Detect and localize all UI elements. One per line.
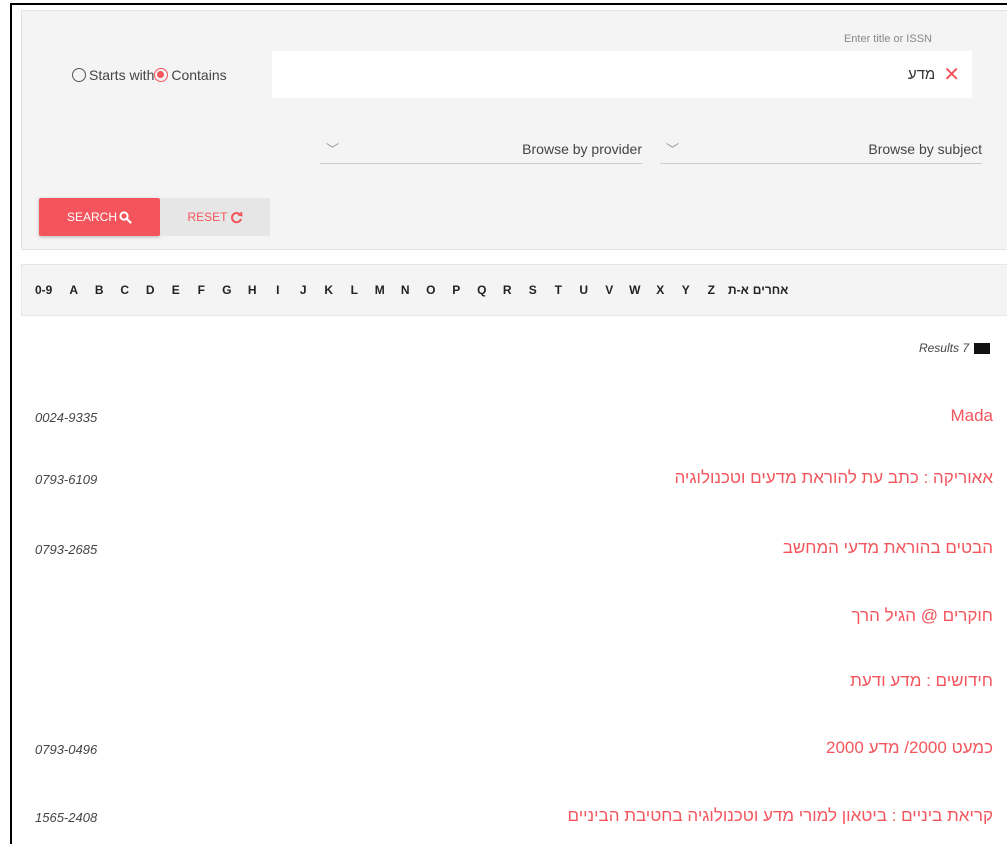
alphabet-bar: 0-9 A B C D E F G H I J K L M N O P Q R S T U V W X Y Z א-ת אחרים: [21, 264, 1007, 316]
alphabet-letter[interactable]: J: [291, 283, 317, 297]
reset-button[interactable]: RESET: [160, 198, 270, 236]
alphabet-letter[interactable]: M: [367, 283, 393, 297]
alphabet-letter[interactable]: N: [393, 283, 419, 297]
result-issn: 0024-9335: [35, 410, 98, 425]
results-count: Results 7: [919, 341, 990, 355]
search-input[interactable]: מדע ✕: [272, 51, 972, 98]
search-panel: Enter title or ISSN Starts with Contains…: [21, 10, 1007, 250]
reset-button-label: RESET: [187, 210, 228, 224]
search-mode-group: Starts with Contains: [72, 67, 227, 83]
browse-subject-dropdown[interactable]: ﹀ Browse by subject: [660, 134, 982, 164]
result-issn: 0793-6109: [35, 472, 98, 487]
alphabet-letter[interactable]: Q: [469, 283, 495, 297]
result-row: 0793-6109 אאוריקה : כתב עת להוראת מדעים ו…: [12, 460, 1007, 500]
alphabet-letter[interactable]: V: [597, 283, 623, 297]
result-row: חידושים : מדע ודעת: [12, 663, 1007, 703]
browse-provider-label: Browse by provider: [522, 140, 642, 157]
alphabet-letter[interactable]: F: [189, 283, 215, 297]
alphabet-letter[interactable]: א-ת: [728, 283, 749, 297]
search-hint: Enter title or ISSN: [843, 33, 932, 45]
result-title-link[interactable]: Mada: [950, 406, 993, 426]
result-row: 0793-0496 כמעט 2000/ מדע 2000: [12, 730, 1007, 770]
alphabet-letter[interactable]: אחרים: [753, 283, 789, 297]
contains-radio[interactable]: [154, 68, 169, 82]
result-row: חוקרים @ הגיל הרך: [12, 598, 1007, 638]
list-view-icon[interactable]: [974, 342, 990, 354]
chevron-down-icon: ﹀: [326, 142, 340, 157]
result-issn: 0793-0496: [35, 742, 98, 757]
refresh-icon: [230, 211, 243, 223]
result-title-link[interactable]: אאוריקה : כתב עת להוראת מדעים וטכנולוגיה: [675, 468, 994, 488]
alphabet-letter[interactable]: X: [648, 283, 674, 297]
starts-with-radio[interactable]: [72, 68, 86, 82]
browse-subject-label: Browse by subject: [868, 140, 982, 157]
results-count-label: Results 7: [918, 341, 969, 355]
alphabet-letter[interactable]: W: [622, 283, 648, 297]
alphabet-letter[interactable]: H: [240, 283, 266, 297]
alphabet-letter[interactable]: T: [546, 283, 572, 297]
alphabet-letter[interactable]: G: [214, 283, 240, 297]
result-issn: 0793-2685: [35, 542, 98, 557]
result-title-link[interactable]: כמעט 2000/ מדע 2000: [826, 738, 993, 758]
result-row: 0024-9335 Mada: [12, 398, 1007, 438]
search-button-label: SEARCH: [66, 210, 117, 224]
alphabet-letter[interactable]: I: [265, 283, 291, 297]
alphabet-letter[interactable]: L: [342, 283, 368, 297]
alphabet-letter[interactable]: C: [112, 283, 138, 297]
browse-provider-dropdown[interactable]: ﹀ Browse by provider: [320, 134, 642, 164]
alphabet-letter[interactable]: Y: [673, 283, 699, 297]
result-issn: 1565-2408: [35, 810, 98, 825]
alphabet-letter[interactable]: P: [444, 283, 470, 297]
alphabet-letter[interactable]: O: [418, 283, 444, 297]
alphabet-letter[interactable]: Z: [699, 283, 725, 297]
search-query[interactable]: מדע: [908, 66, 935, 83]
search-button[interactable]: SEARCH: [39, 198, 160, 236]
starts-with-label[interactable]: Starts with: [89, 67, 154, 83]
alphabet-letter[interactable]: E: [163, 283, 189, 297]
alphabet-letter[interactable]: A: [61, 283, 87, 297]
result-title-link[interactable]: קריאת ביניים : ביטאון למורי מדע וטכנולוג…: [568, 806, 994, 826]
chevron-down-icon: ﹀: [666, 142, 680, 157]
clear-icon[interactable]: ✕: [943, 65, 960, 85]
page-frame: Enter title or ISSN Starts with Contains…: [10, 3, 1007, 844]
alphabet-letter[interactable]: B: [87, 283, 113, 297]
alphabet-letter[interactable]: S: [520, 283, 546, 297]
alphabet-letter[interactable]: D: [138, 283, 164, 297]
contains-label[interactable]: Contains: [171, 67, 226, 83]
alphabet-letter[interactable]: 0-9: [35, 283, 61, 297]
result-title-link[interactable]: חוקרים @ הגיל הרך: [851, 606, 993, 626]
search-icon: [119, 210, 132, 224]
result-row: 0793-2685 הבטים בהוראת מדעי המחשב: [12, 530, 1007, 570]
result-title-link[interactable]: חידושים : מדע ודעת: [850, 671, 993, 691]
result-title-link[interactable]: הבטים בהוראת מדעי המחשב: [783, 538, 993, 558]
alphabet-letter[interactable]: K: [316, 283, 342, 297]
alphabet-letter[interactable]: R: [495, 283, 521, 297]
alphabet-letter[interactable]: U: [571, 283, 597, 297]
result-row: 1565-2408 קריאת ביניים : ביטאון למורי מדע…: [12, 798, 1007, 838]
